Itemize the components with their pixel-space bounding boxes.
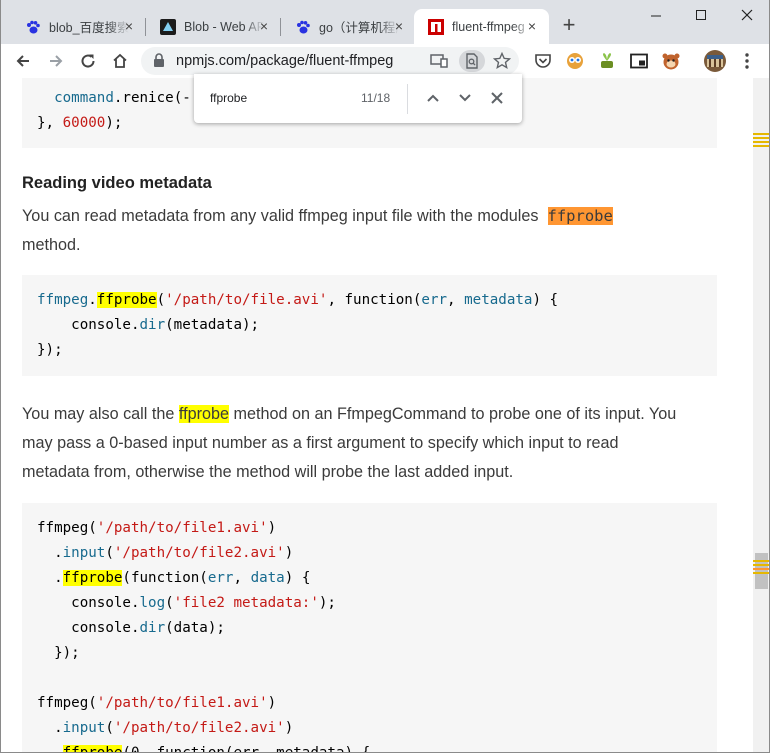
tab-mdn-blob[interactable]: Blob - Web API × — [146, 9, 281, 44]
tab-baidu-go[interactable]: go（计算机程序设计语言） × — [281, 9, 416, 44]
npm-icon — [428, 18, 444, 35]
code-line: }, 60000); — [37, 115, 123, 131]
code-line: .input('/path/to/file2.avi') — [37, 720, 294, 736]
close-tab-icon[interactable]: × — [257, 19, 271, 33]
code-line: console.dir(metadata); — [37, 317, 260, 333]
find-in-page-icon[interactable] — [459, 50, 485, 72]
minimize-icon[interactable] — [646, 6, 666, 26]
paragraph-command-ffprobe: You may also call the ffprobe method on … — [22, 405, 677, 481]
tab-strip: blob_百度搜索 × Blob - Web API × go（计算机程序设计语… — [1, 0, 769, 44]
browser-toolbar: npmjs.com/package/fluent-ffmpeg — [1, 44, 769, 78]
search-match: ffprobe — [96, 292, 157, 308]
current-match-marker — [753, 568, 769, 570]
profile-avatar[interactable] — [702, 48, 728, 74]
section-heading: Reading video metadata — [22, 174, 212, 192]
find-match-marker — [753, 141, 769, 143]
find-previous-icon[interactable] — [423, 88, 443, 108]
bookmark-star-icon[interactable] — [492, 51, 512, 71]
find-match-marker — [753, 133, 769, 135]
find-match-count: 11/18 — [361, 91, 391, 105]
browser-window: blob_百度搜索 × Blob - Web API × go（计算机程序设计语… — [0, 0, 770, 753]
close-tab-icon[interactable]: × — [392, 19, 406, 33]
extension-tampermonkey-icon[interactable] — [659, 49, 683, 73]
tab-npm-fluent-ffmpeg[interactable]: fluent-ffmpeg × — [414, 9, 549, 44]
find-bar: ffprobe 11/18 — [194, 74, 522, 123]
url-text: npmjs.com/package/fluent-ffmpeg — [176, 53, 394, 69]
close-window-icon[interactable] — [737, 6, 757, 26]
code-line: .ffprobe(function(err, data) { — [37, 570, 311, 586]
lock-icon[interactable] — [153, 53, 165, 73]
find-match-marker — [753, 572, 769, 574]
back-icon[interactable] — [11, 49, 35, 73]
find-match-marker — [753, 145, 769, 147]
maximize-icon[interactable] — [691, 6, 711, 26]
extension-plant-icon[interactable] — [595, 49, 619, 73]
find-match-marker — [753, 560, 769, 562]
code-line: ffmpeg('/path/to/file1.avi') — [37, 520, 277, 536]
new-tab-button[interactable]: + — [559, 14, 579, 36]
tab-title: go（计算机程序设计语言） — [319, 21, 399, 35]
tab-title: blob_百度搜索 — [49, 21, 129, 35]
tab-title: Blob - Web API — [184, 19, 264, 34]
code-line: ffmpeg.ffprobe('/path/to/file.avi', func… — [37, 292, 559, 308]
close-tab-icon[interactable]: × — [525, 19, 539, 33]
code-line: }); — [37, 645, 80, 661]
find-match-marker — [753, 564, 769, 566]
address-bar[interactable]: npmjs.com/package/fluent-ffmpeg — [141, 47, 519, 75]
chrome-menu-icon[interactable] — [735, 49, 759, 73]
code-block-ffprobe-input: ffmpeg('/path/to/file1.avi') .input('/pa… — [22, 503, 717, 752]
home-icon[interactable] — [108, 49, 132, 73]
code-line: .input('/path/to/file2.avi') — [37, 545, 294, 561]
scrollbar-thumb[interactable] — [755, 553, 768, 589]
tab-title: fluent-ffmpeg — [452, 19, 525, 34]
baidu-paw-icon — [295, 19, 311, 35]
code-line: console.log('file2 metadata:'); — [37, 595, 336, 611]
code-line: ffmpeg('/path/to/file1.avi') — [37, 695, 277, 711]
find-next-icon[interactable] — [455, 88, 475, 108]
vertical-scrollbar[interactable] — [753, 78, 769, 752]
code-line: console.dir(data); — [37, 620, 225, 636]
search-match: ffprobe — [62, 745, 123, 752]
code-line: command.renice(- — [54, 90, 191, 106]
tab-baidu-blob[interactable]: blob_百度搜索 × — [11, 9, 146, 44]
code-block-ffprobe-basic: ffmpeg.ffprobe('/path/to/file.avi', func… — [22, 275, 717, 376]
forward-icon[interactable] — [44, 49, 68, 73]
extension-owl-icon[interactable] — [563, 49, 587, 73]
find-input[interactable]: ffprobe — [210, 91, 247, 105]
pocket-extension-icon[interactable] — [531, 49, 555, 73]
current-search-match: ffprobe — [547, 207, 613, 225]
mdn-icon — [160, 18, 176, 35]
code-line: }); — [37, 342, 63, 358]
find-match-marker — [753, 137, 769, 139]
search-match: ffprobe — [178, 405, 229, 423]
picture-in-picture-icon[interactable] — [627, 49, 651, 73]
find-separator — [407, 84, 408, 114]
find-close-icon[interactable] — [487, 88, 507, 108]
search-match: ffprobe — [62, 570, 123, 586]
close-tab-icon[interactable]: × — [122, 19, 136, 33]
install-app-icon[interactable] — [429, 51, 449, 71]
reload-icon[interactable] — [76, 49, 100, 73]
code-line: .ffprobe(0, function(err, metadata) { — [37, 743, 370, 752]
paragraph-intro: You can read metadata from any valid ffm… — [22, 207, 613, 254]
baidu-paw-icon — [25, 19, 41, 35]
page-content: command.renice(- }, 60000); Reading vide… — [1, 78, 753, 752]
